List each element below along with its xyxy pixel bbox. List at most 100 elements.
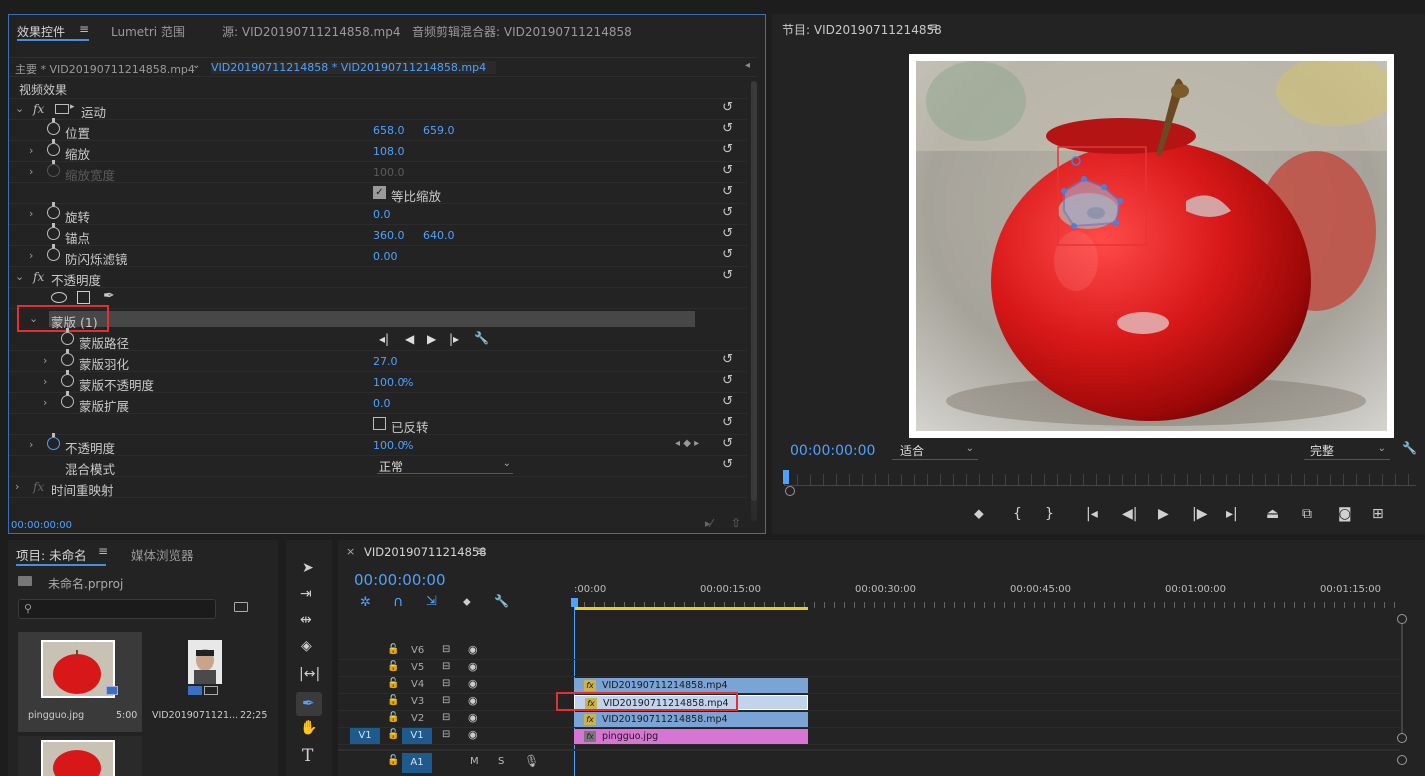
track-forward-icon[interactable]: |▸ — [449, 332, 459, 346]
sync-icon[interactable]: ⊟ — [442, 695, 450, 706]
program-timecode[interactable]: 00:00:00:00 — [790, 443, 875, 459]
program-title[interactable]: 节目: VID20190711214858 — [782, 21, 942, 38]
anchor-x-value[interactable]: 360.0 — [373, 229, 405, 242]
transform-icon[interactable] — [55, 104, 69, 114]
vertical-zoom-top[interactable] — [1397, 614, 1407, 624]
blend-mode-select[interactable]: 正常 ⌄ — [377, 458, 513, 474]
eye-icon[interactable]: ◉ — [468, 643, 478, 656]
reset-icon[interactable]: ↺ — [722, 352, 733, 367]
razor-tool-icon[interactable]: ◈ — [301, 638, 312, 654]
track-label[interactable]: V3 — [411, 696, 424, 707]
expand-icon[interactable]: › — [29, 438, 33, 451]
mark-out-icon[interactable]: } — [1045, 506, 1054, 522]
program-frame[interactable] — [909, 54, 1394, 438]
source-patch-v1[interactable]: V1 — [350, 728, 380, 744]
tab-media-browser[interactable]: 媒体浏览器 — [131, 545, 194, 564]
sequence-tab[interactable]: VID20190711214858 — [364, 545, 487, 559]
mark-in-icon[interactable]: { — [1013, 506, 1022, 522]
tab-audio-clip-mixer[interactable]: 音频剪辑混合器: VID20190711214858 — [412, 23, 632, 40]
search-input[interactable]: ⚲ — [18, 599, 216, 619]
project-item-1[interactable]: VID2019071121... 22;25 — [144, 632, 268, 732]
tab-source[interactable]: 源: VID20190711214858.mp4 — [222, 23, 401, 40]
track-select-tool-icon[interactable]: ⇥ — [300, 586, 312, 602]
track-label[interactable]: V4 — [411, 679, 424, 690]
sync-icon[interactable]: ⊟ — [442, 729, 450, 740]
mask-expand-row[interactable]: › 蒙版扩展 0.0 ↺ — [9, 391, 747, 414]
motion-row[interactable]: ⌄ fx ▸ 运动 ↺ — [9, 99, 747, 120]
go-to-out-icon[interactable]: ▸| — [1226, 506, 1238, 522]
mask-feather-value[interactable]: 27.0 — [373, 355, 398, 368]
reset-icon[interactable]: ↺ — [722, 415, 733, 430]
expand-icon[interactable]: › — [43, 354, 47, 367]
stopwatch-icon[interactable] — [47, 118, 60, 135]
clip-v2[interactable]: fx VID20190711214858.mp4 — [574, 712, 808, 727]
reset-icon[interactable]: ↺ — [722, 163, 733, 178]
vertical-zoom-bottom[interactable] — [1397, 733, 1407, 743]
eye-icon[interactable]: ◉ — [468, 694, 478, 707]
insert-icon[interactable]: ⇲ — [426, 594, 437, 609]
position-x-value[interactable]: 658.0 — [373, 124, 405, 137]
eye-icon[interactable]: ◉ — [468, 677, 478, 690]
eye-icon[interactable]: ◉ — [468, 728, 478, 741]
scroll-left-icon[interactable]: ◂ — [745, 60, 750, 71]
selection-tool-icon[interactable]: ➤ — [302, 560, 314, 576]
track-label[interactable]: V6 — [411, 645, 424, 656]
reset-icon[interactable]: ↺ — [722, 100, 733, 115]
reset-icon[interactable]: ↺ — [722, 121, 733, 136]
quality-select[interactable]: 完整 ⌄ — [1304, 442, 1390, 460]
mask-feather-row[interactable]: › 蒙版羽化 27.0 ↺ — [9, 349, 747, 372]
panel-menu-icon[interactable]: ≡ — [79, 22, 89, 36]
fx-icon[interactable]: fx — [33, 102, 44, 116]
wrench-icon[interactable]: 🔧 — [474, 331, 489, 345]
pen-tool-button[interactable]: ✒ — [296, 692, 322, 716]
mask-opacity-value[interactable]: 100.0 — [373, 376, 405, 389]
stopwatch-icon[interactable] — [47, 139, 60, 156]
comparison-view-icon[interactable]: ⊞ — [1372, 506, 1384, 522]
collapse-icon[interactable]: ⌄ — [15, 102, 24, 115]
expand-icon[interactable]: › — [15, 480, 19, 493]
solo-button[interactable]: S — [498, 756, 504, 767]
clip-v4[interactable]: fx VID20190711214858.mp4 — [574, 678, 808, 693]
reset-icon[interactable]: ↺ — [722, 394, 733, 409]
tab-project[interactable]: 项目: 未命名 — [16, 545, 87, 564]
mask-expand-value[interactable]: 0.0 — [373, 397, 391, 410]
sync-icon[interactable]: ⊟ — [442, 712, 450, 723]
reset-icon[interactable]: ↺ — [722, 226, 733, 241]
close-icon[interactable]: × — [346, 545, 355, 558]
sync-icon[interactable]: ⊟ — [442, 661, 450, 672]
opacity-row[interactable]: › 不透明度 100.0 % ◂ ◆ ▸ ↺ — [9, 433, 747, 456]
lift-icon[interactable]: ⏏ — [1266, 506, 1279, 522]
reset-icon[interactable]: ↺ — [722, 436, 733, 451]
mute-button[interactable]: M — [470, 756, 479, 767]
vertical-scrollbar[interactable] — [1401, 624, 1403, 734]
panel-menu-icon[interactable]: ≡ — [98, 544, 108, 558]
panel-menu-icon[interactable]: ≡ — [476, 544, 486, 558]
zoom-handle[interactable] — [785, 486, 795, 496]
fx-icon[interactable]: fx — [33, 270, 44, 284]
sequence-clip-label[interactable]: VID20190711214858 * VID20190711214858.mp… — [211, 61, 497, 74]
mask-path-row[interactable]: 蒙版路径 ◂| ◀ ▶ |▸ 🔧 — [9, 328, 747, 351]
expand-icon[interactable]: › — [29, 249, 33, 262]
time-ruler[interactable]: :00:00 00:00:15:00 00:00:30:00 00:00:45:… — [574, 580, 1400, 610]
work-area-bar[interactable] — [574, 607, 808, 610]
inverted-checkbox[interactable] — [373, 417, 386, 430]
flicker-row[interactable]: › 防闪烁滤镜 0.00 ↺ — [9, 244, 747, 267]
position-row[interactable]: 位置 658.0 659.0 ↺ — [9, 118, 747, 141]
reset-icon[interactable]: ↺ — [722, 457, 733, 472]
fit-select[interactable]: 适合 ⌄ — [892, 442, 978, 460]
lock-icon[interactable]: 🔓 — [387, 712, 399, 723]
master-clip-label[interactable]: 主要 * VID20190711214858.mp4 — [15, 61, 195, 77]
wrench-icon[interactable]: 🔧 — [494, 594, 509, 608]
play-icon[interactable]: ▶ — [1158, 506, 1169, 522]
slip-tool-icon[interactable]: |↔| — [299, 666, 320, 682]
lock-icon[interactable]: 🔓 — [387, 644, 399, 655]
reset-icon[interactable]: ↺ — [722, 268, 733, 283]
time-remap-row[interactable]: › fx 时间重映射 — [9, 477, 747, 498]
microphone-icon[interactable]: 🎙 — [524, 754, 539, 768]
reset-icon[interactable]: ↺ — [722, 184, 733, 199]
rectangle-mask-icon[interactable] — [77, 291, 90, 304]
lock-icon[interactable]: 🔓 — [387, 661, 399, 672]
opacity-section-row[interactable]: ⌄ fx 不透明度 ↺ — [9, 267, 747, 288]
project-item-2[interactable] — [18, 736, 142, 776]
expand-icon[interactable]: › — [43, 375, 47, 388]
